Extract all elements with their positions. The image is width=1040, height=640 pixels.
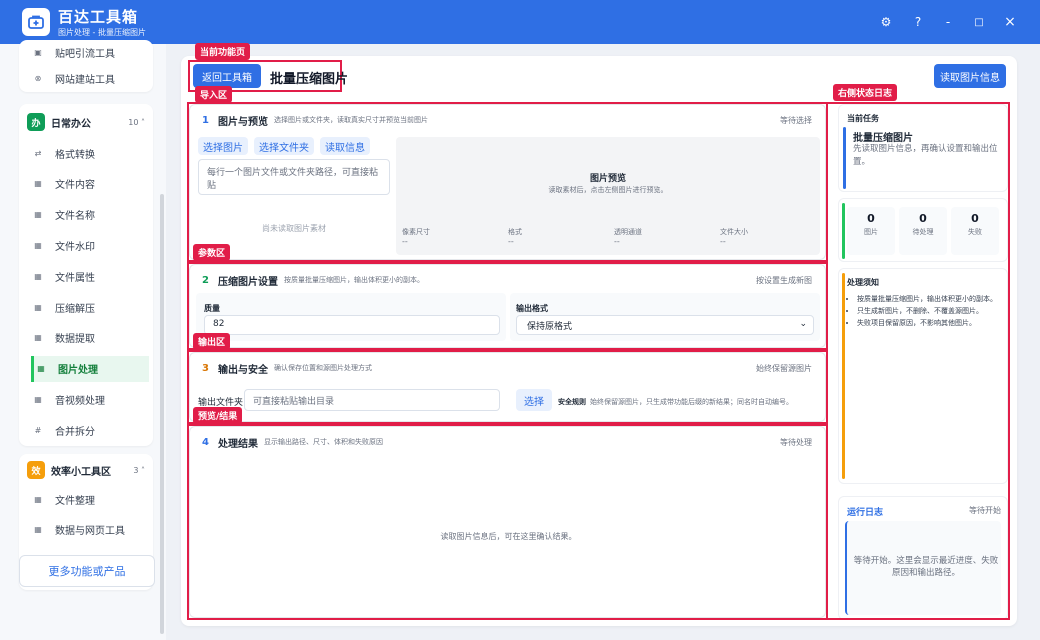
sidebar-item-label: 格式转换: [55, 149, 95, 161]
callout-box-import: [187, 102, 828, 262]
callout-params: 参数区: [193, 244, 231, 261]
sidebar-item[interactable]: ▦ 文件内容: [31, 171, 147, 197]
grid-icon: #: [34, 425, 42, 435]
app-subtitle: 图片处理 - 批量压缩图片: [58, 28, 146, 37]
callout-import: 导入区: [195, 86, 233, 103]
sidebar-item-label: 文件属性: [55, 272, 95, 284]
grid-icon: ▦: [34, 525, 42, 535]
group-title: 效率小工具区: [51, 466, 111, 478]
callout-box-params: [187, 262, 828, 350]
help-icon[interactable]: ?: [908, 12, 928, 32]
callout-right-log: 右侧状态日志: [833, 84, 898, 101]
page-title: 批量压缩图片: [270, 72, 349, 87]
callout-preview: 预览/结果: [193, 407, 243, 424]
toolbox-icon: [22, 8, 50, 36]
callout-current-page: 当前功能页: [195, 43, 251, 60]
grid-icon: ▦: [34, 394, 42, 404]
sidebar-item[interactable]: ▦ 数据提取: [31, 325, 147, 351]
group-header-tools[interactable]: 效 效率小工具区 3 ˄: [27, 458, 145, 482]
sidebar-item-label: 文件水印: [55, 241, 95, 253]
sidebar-item-website[interactable]: ⊗ 网站建站工具: [31, 65, 147, 91]
sidebar-item[interactable]: ⇄ 格式转换: [31, 140, 147, 166]
group-badge: 效: [27, 461, 45, 479]
sidebar-item[interactable]: ▦ 文件名称: [31, 202, 147, 228]
group-badge: 办: [27, 113, 45, 131]
callout-box-preview: [187, 424, 828, 620]
sidebar-item-label: 文件名称: [55, 211, 95, 223]
group-header-office[interactable]: 办 日常办公 10 ˄: [27, 110, 145, 134]
sidebar-item[interactable]: # 合并拆分: [31, 417, 147, 443]
sidebar-item-label: 文件内容: [55, 180, 95, 192]
sidebar-item[interactable]: ▦ 文件水印: [31, 232, 147, 258]
sidebar-group-office: 办 日常办公 10 ˄ ⇄ 格式转换 ▦ 文件内容 ▦ 文件名称 ▦ 文件水印 ▦ 文件属性 ▦ 压缩…: [19, 104, 153, 446]
sidebar-item-label: 数据与网页工具: [55, 526, 125, 538]
sidebar-item[interactable]: ▦ 文件整理: [31, 486, 147, 512]
back-to-toolbox-button[interactable]: 返回工具箱: [193, 64, 261, 88]
sidebar-item-label: 网站建站工具: [55, 74, 115, 86]
read-image-info-button[interactable]: 读取图片信息: [934, 64, 1006, 88]
sidebar-item-label: 图片处理: [58, 365, 98, 377]
sidebar-item[interactable]: ▦ 音视频处理: [31, 386, 147, 412]
sidebar-scrollbar[interactable]: [160, 194, 164, 634]
sidebar-item-label: 文件整理: [55, 495, 95, 507]
group-title: 日常办公: [51, 118, 91, 130]
grid-icon: ▦: [34, 179, 42, 189]
doc-icon: ▣: [34, 47, 42, 57]
grid-icon: ▦: [34, 494, 42, 504]
grid-icon: ▦: [34, 210, 42, 220]
settings-icon[interactable]: ⚙: [876, 12, 896, 32]
sidebar-item-label: 数据提取: [55, 334, 95, 346]
sidebar-item-label: 音视频处理: [55, 395, 105, 407]
grid-icon: ▦: [34, 271, 42, 281]
callout-output: 输出区: [193, 333, 231, 350]
grid-icon: ▦: [37, 364, 45, 374]
callout-box-right-log: [826, 102, 1010, 620]
sidebar-item[interactable]: ▦ 图片处理: [31, 355, 149, 382]
group-count: 10 ˄: [128, 117, 145, 127]
minimize-icon[interactable]: -: [938, 12, 958, 32]
sidebar-item[interactable]: ▦ 文件属性: [31, 263, 147, 289]
grid-icon: ⇄: [34, 148, 42, 158]
close-icon[interactable]: ×: [1000, 12, 1020, 32]
title-bar: 百达工具箱 图片处理 - 批量压缩图片 ⚙ ? - □ ×: [0, 0, 1040, 44]
sidebar: ▣ 贴吧引流工具 ⊗ 网站建站工具 办 日常办公 10 ˄ ⇄ 格式转换 ▦ 文件内容…: [0, 40, 166, 640]
callout-box-output: [187, 350, 828, 424]
sidebar-item[interactable]: ▦ 压缩解压: [31, 294, 147, 320]
grid-icon: ▦: [34, 302, 42, 312]
grid-icon: ▦: [34, 240, 42, 250]
maximize-icon[interactable]: □: [969, 12, 989, 32]
sidebar-item-label: 贴吧引流工具: [55, 48, 115, 60]
globe-icon: ⊗: [34, 73, 42, 83]
sidebar-item-label: 压缩解压: [55, 303, 95, 315]
group-count: 3 ˄: [133, 465, 145, 475]
grid-icon: ▦: [34, 333, 42, 343]
sidebar-item-label: 合并拆分: [55, 426, 95, 438]
more-products-button[interactable]: 更多功能或产品: [19, 555, 155, 587]
sidebar-card-top: ▣ 贴吧引流工具 ⊗ 网站建站工具: [19, 40, 153, 92]
sidebar-item[interactable]: ▦ 数据与网页工具: [31, 517, 147, 543]
app-title: 百达工具箱: [58, 8, 139, 26]
sidebar-item-tieba[interactable]: ▣ 贴吧引流工具: [31, 39, 147, 65]
